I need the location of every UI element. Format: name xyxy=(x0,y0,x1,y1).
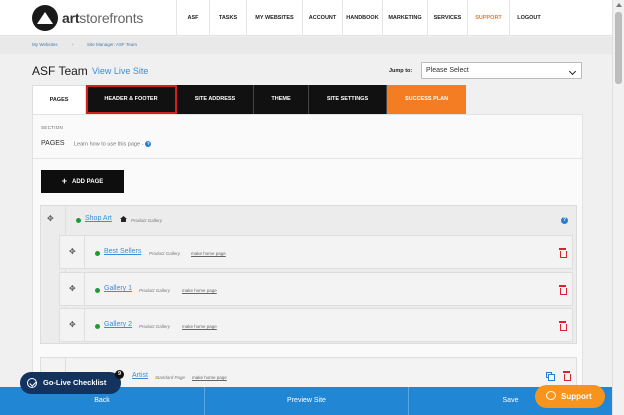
pages-heading: PAGES xyxy=(41,140,65,147)
page-title: ASF Team xyxy=(32,64,88,78)
drag-handle-icon[interactable]: ✥ xyxy=(69,247,76,256)
list-item: ✥ Gallery 1 Product Gallery make home pa… xyxy=(59,272,573,306)
nav-item-marketing[interactable]: MARKETING xyxy=(382,0,427,36)
page-link-gallery-1[interactable]: Gallery 1 xyxy=(104,285,132,292)
check-circle-icon xyxy=(27,378,37,388)
drag-handle-icon[interactable]: ✥ xyxy=(47,214,54,223)
breadcrumb-separator: › xyxy=(72,42,74,47)
nav-item-account[interactable]: ACCOUNT xyxy=(302,0,342,36)
page-tree: ✥ Shop Art Product Gallery ? ✥ Best Sell… xyxy=(40,205,577,344)
help-icon[interactable]: ? xyxy=(561,217,568,224)
status-dot-icon xyxy=(76,218,81,223)
breadcrumb-site-manager[interactable]: Site Manager: ASF Team xyxy=(87,42,137,47)
page-type-label: Product Gallery xyxy=(139,324,171,329)
drag-handle-icon[interactable]: ✥ xyxy=(69,320,76,329)
jump-to-select[interactable]: Please Select xyxy=(421,62,582,79)
nav-menu: ASF TASKS MY WEBSITES ACCOUNT HANDBOOK MARKET… xyxy=(176,0,548,36)
list-item: ✥ Gallery 2 Product Gallery make home pa… xyxy=(59,308,573,342)
art-logo-icon xyxy=(32,5,58,31)
page-type-label: Product Gallery xyxy=(131,218,163,223)
page-link-artist[interactable]: Artist xyxy=(132,372,148,379)
plus-icon: + xyxy=(61,176,68,186)
nav-item-tasks[interactable]: TASKS xyxy=(209,0,246,36)
site-manager-tabs: PAGES HEADER & FOOTER SITE ADDRESS THEME… xyxy=(32,85,466,114)
make-home-page-link[interactable]: make home page xyxy=(182,288,217,293)
nav-item-handbook[interactable]: HANDBOOK xyxy=(342,0,382,36)
tab-site-settings[interactable]: SITE SETTINGS xyxy=(309,85,387,114)
breadcrumb: My Websites › Site Manager: ASF Team xyxy=(0,37,612,54)
drag-handle-icon[interactable]: ✥ xyxy=(69,284,76,293)
tab-success-plan[interactable]: SUCCESS PLAN xyxy=(387,85,466,114)
tab-site-address[interactable]: SITE ADDRESS xyxy=(177,85,254,114)
page-link-best-sellers[interactable]: Best Sellers xyxy=(104,248,141,255)
page-type-label: Product Gallery xyxy=(149,251,181,256)
make-home-page-link[interactable]: make home page xyxy=(182,324,217,329)
status-dot-icon xyxy=(95,251,100,256)
scroll-up-arrow-icon[interactable] xyxy=(616,3,622,7)
trash-icon[interactable] xyxy=(563,371,571,381)
brand-name: artstorefronts xyxy=(62,10,144,26)
chevron-down-icon xyxy=(568,67,577,76)
tree-indent-line xyxy=(84,236,85,268)
trash-icon[interactable] xyxy=(559,321,567,331)
trash-icon[interactable] xyxy=(559,248,567,258)
preview-site-button[interactable]: Preview Site xyxy=(205,387,409,415)
list-item: ✥ Best Sellers Product Gallery make home… xyxy=(59,235,573,269)
page-type-label: Product Gallery xyxy=(139,288,171,293)
go-live-checklist-button[interactable]: Go-Live Checklist xyxy=(20,372,121,394)
nav-item-services[interactable]: SERVICES xyxy=(427,0,467,36)
jump-to-selected-value: Please Select xyxy=(426,67,469,74)
jump-to-label: Jump to: xyxy=(389,68,413,74)
scroll-thumb[interactable] xyxy=(615,12,622,84)
support-chat-button[interactable]: Support xyxy=(535,385,605,408)
section-label: SECTION xyxy=(41,125,64,130)
view-live-site-link[interactable]: View Live Site xyxy=(92,66,148,76)
divider xyxy=(33,158,582,159)
breadcrumb-my-websites[interactable]: My Websites xyxy=(32,42,58,47)
make-home-page-link[interactable]: make home page xyxy=(192,375,227,380)
checklist-count-badge: 9 xyxy=(115,370,124,379)
tab-theme[interactable]: THEME xyxy=(254,85,309,114)
nav-item-support[interactable]: SUPPORT xyxy=(467,0,509,36)
nav-item-my-websites[interactable]: MY WEBSITES xyxy=(246,0,302,36)
trash-icon[interactable] xyxy=(559,285,567,295)
page-scrollbar[interactable] xyxy=(612,0,624,415)
tree-indent-line xyxy=(84,309,85,341)
chat-bubble-icon xyxy=(546,391,556,400)
copy-icon[interactable] xyxy=(546,372,555,381)
page-type-label: Standard Page xyxy=(155,375,186,380)
status-dot-icon xyxy=(95,324,100,329)
top-navigation: artstorefronts ASF TASKS MY WEBSITES ACCOUN… xyxy=(0,0,612,36)
brand-logo[interactable]: artstorefronts xyxy=(32,5,143,31)
pages-help-text[interactable]: Learn how to use this page -? xyxy=(74,141,152,147)
tab-header-footer[interactable]: HEADER & FOOTER xyxy=(86,85,177,114)
nav-item-logout[interactable]: LOGOUT xyxy=(509,0,548,36)
nav-item-asf[interactable]: ASF xyxy=(176,0,209,36)
tab-pages[interactable]: PAGES xyxy=(32,85,86,114)
status-dot-icon xyxy=(95,288,100,293)
home-icon xyxy=(120,216,127,222)
make-home-page-link[interactable]: make home page xyxy=(191,251,226,256)
page-link-gallery-2[interactable]: Gallery 2 xyxy=(104,321,132,328)
pages-panel: SECTION PAGES Learn how to use this page… xyxy=(32,114,583,415)
page-link-shop-art[interactable]: Shop Art xyxy=(85,215,112,222)
tree-indent-line xyxy=(84,273,85,305)
add-page-button[interactable]: + ADD PAGE xyxy=(41,170,124,193)
help-icon: ? xyxy=(145,141,152,147)
